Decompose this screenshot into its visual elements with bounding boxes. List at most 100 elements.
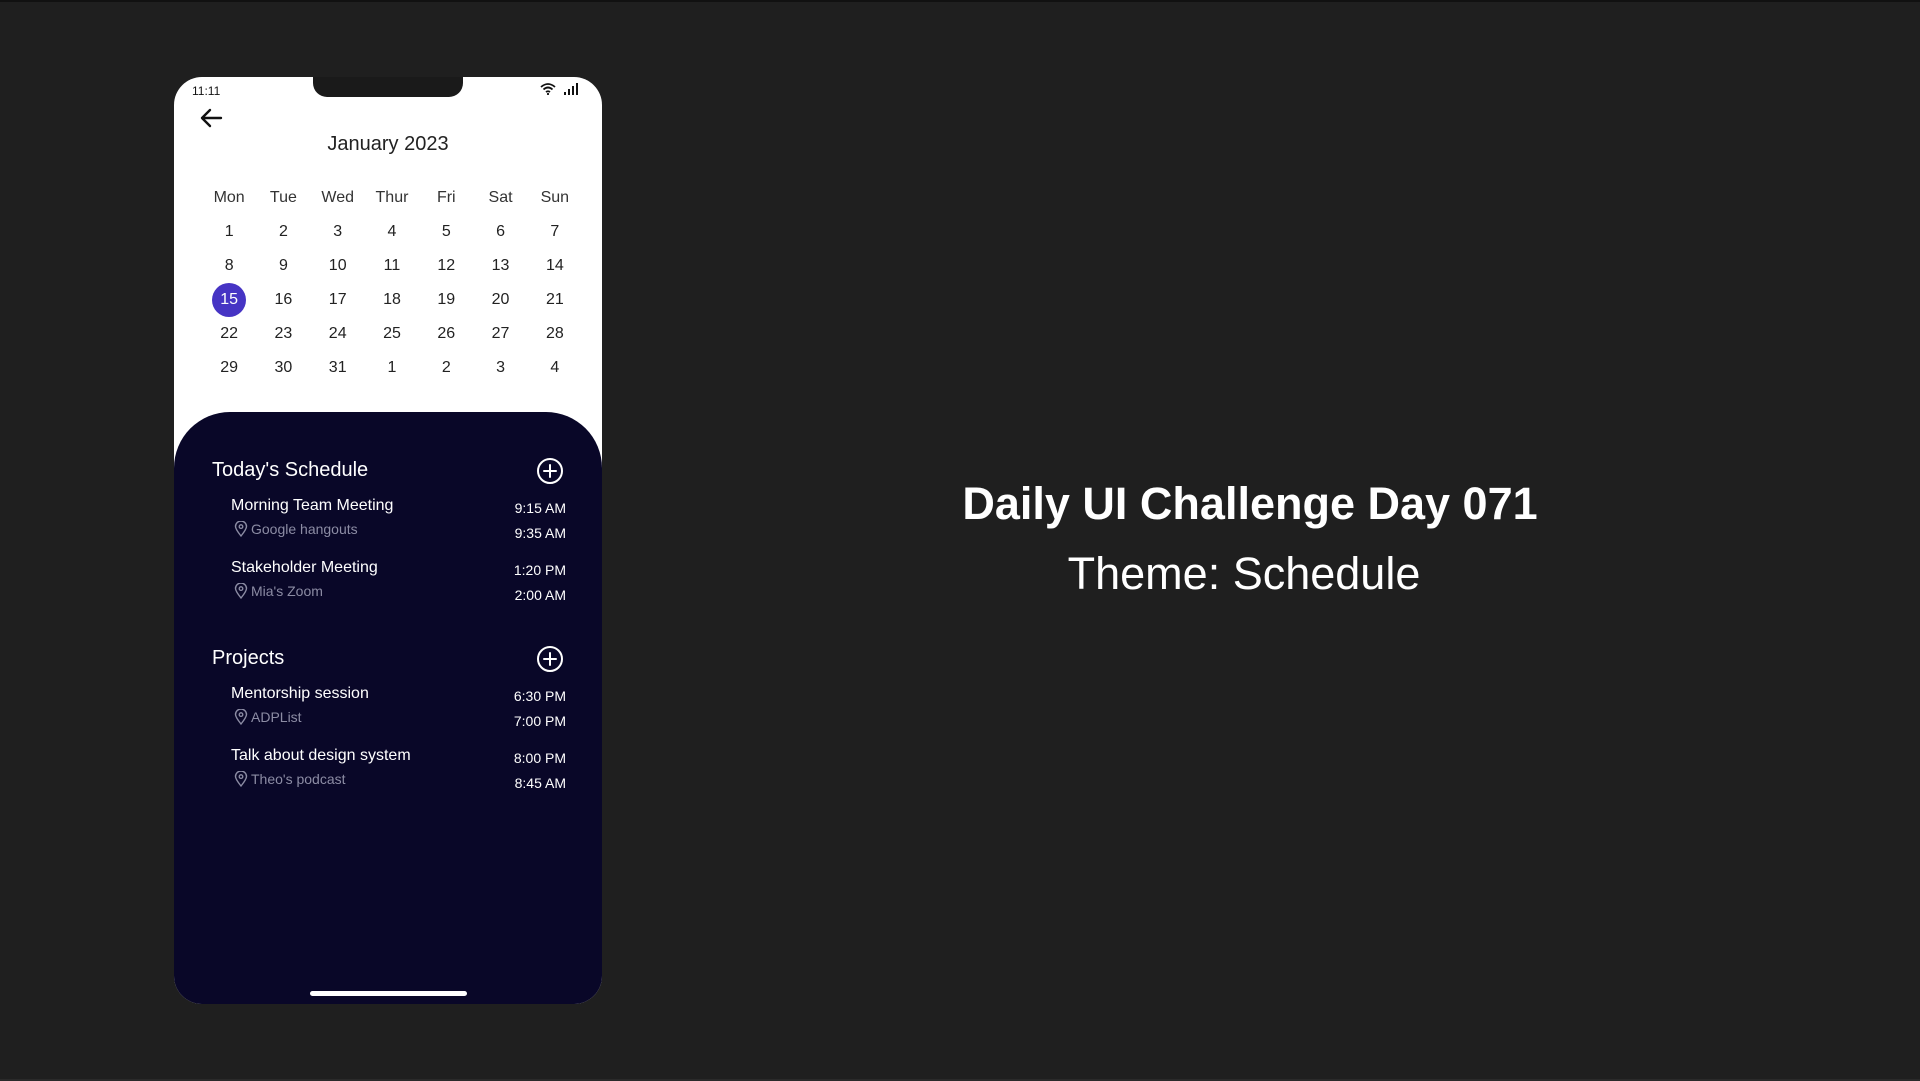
- event-start-time: 8:00 PM: [513, 750, 566, 766]
- calendar-day-label: 22: [220, 325, 239, 342]
- calendar-day[interactable]: 24: [311, 317, 365, 351]
- event-item[interactable]: Talk about design system Theo's podcast …: [231, 747, 566, 797]
- calendar-day-label: 15: [212, 283, 247, 317]
- todays-schedule-title: Today's Schedule: [212, 459, 369, 481]
- calendar-day[interactable]: 26: [419, 317, 473, 351]
- calendar-day[interactable]: 11: [365, 249, 419, 283]
- weekday-header: Sat: [488, 189, 513, 206]
- weekday-header: Fri: [436, 189, 456, 206]
- schedule-panel: Today's Schedule Morning Team Meeting Go…: [174, 412, 602, 1004]
- event-item[interactable]: Mentorship session ADPList 6:30 PM 7:00 …: [231, 685, 566, 735]
- event-end-time: 8:45 AM: [514, 775, 566, 791]
- add-schedule-button[interactable]: [536, 457, 564, 485]
- calendar-day-label: 20: [491, 291, 510, 308]
- calendar-day[interactable]: 25: [365, 317, 419, 351]
- calendar-day[interactable]: 10: [311, 249, 365, 283]
- month-title: January 2023: [327, 133, 449, 155]
- weekday-header: Wed: [321, 189, 354, 206]
- calendar-day[interactable]: 1: [202, 215, 256, 249]
- phone-screen: 11:11 January 2023 Mon Tue Wed Thur Fri Sat Su…: [174, 77, 602, 1004]
- status-time: 11:11: [192, 84, 221, 98]
- calendar-day[interactable]: 20: [473, 283, 527, 317]
- calendar-day-label: 25: [383, 325, 401, 342]
- event-location: Mia's Zoom: [234, 583, 323, 599]
- calendar-day-label: 18: [383, 291, 401, 308]
- calendar-day-label: 2: [441, 359, 451, 376]
- calendar-day[interactable]: 22: [202, 317, 256, 351]
- event-title: Mentorship session: [231, 685, 369, 702]
- event-title: Talk about design system: [231, 747, 411, 764]
- calendar-day[interactable]: 21: [528, 283, 582, 317]
- map-pin-icon: [234, 709, 248, 725]
- calendar-day-label: 31: [328, 359, 347, 376]
- signal-icon: [564, 83, 578, 95]
- event-item[interactable]: Morning Team Meeting Google hangouts 9:1…: [231, 497, 566, 547]
- weekday-header: Mon: [213, 189, 245, 206]
- calendar-day[interactable]: 12: [419, 249, 473, 283]
- add-project-button[interactable]: [536, 645, 564, 673]
- event-end-time: 9:35 AM: [514, 525, 566, 541]
- calendar-day[interactable]: 9: [256, 249, 310, 283]
- wifi-icon: [540, 83, 556, 95]
- home-indicator[interactable]: [310, 991, 467, 996]
- calendar-day[interactable]: 30: [256, 351, 310, 385]
- calendar-day-label: 23: [274, 325, 293, 342]
- calendar-day-label: 4: [550, 359, 560, 376]
- map-pin-icon: [234, 771, 248, 787]
- calendar-day[interactable]: 2: [419, 351, 473, 385]
- calendar-day[interactable]: 4: [528, 351, 582, 385]
- page-title: Daily UI Challenge Day 071: [962, 478, 1538, 529]
- calendar-day-label: 10: [328, 257, 347, 274]
- calendar-day[interactable]: 13: [473, 249, 527, 283]
- calendar-day[interactable]: 28: [528, 317, 582, 351]
- calendar-day-label: 8: [224, 257, 234, 274]
- calendar-day[interactable]: 5: [419, 215, 473, 249]
- calendar-day[interactable]: 23: [256, 317, 310, 351]
- calendar-day[interactable]: 3: [473, 351, 527, 385]
- calendar-day[interactable]: 27: [473, 317, 527, 351]
- map-pin-icon: [234, 521, 248, 537]
- calendar-day[interactable]: 29: [202, 351, 256, 385]
- event-item[interactable]: Stakeholder Meeting Mia's Zoom 1:20 PM 2…: [231, 559, 566, 609]
- calendar-day[interactable]: 18: [365, 283, 419, 317]
- event-location: ADPList: [234, 709, 302, 725]
- calendar-day[interactable]: 4: [365, 215, 419, 249]
- calendar-day[interactable]: 6: [473, 215, 527, 249]
- calendar-day[interactable]: 7: [528, 215, 582, 249]
- calendar-day[interactable]: 17: [311, 283, 365, 317]
- event-location-label: Google hangouts: [251, 521, 358, 537]
- calendar-day-selected[interactable]: 15: [202, 283, 256, 317]
- calendar-day-label: 2: [278, 223, 288, 240]
- calendar-day-label: 6: [496, 223, 506, 240]
- event-location: Google hangouts: [234, 521, 358, 537]
- calendar-day[interactable]: 14: [528, 249, 582, 283]
- event-location-label: Theo's podcast: [251, 771, 346, 787]
- weekday-header: Tue: [269, 189, 297, 206]
- calendar-day-label: 1: [224, 223, 234, 240]
- status-icons: [540, 83, 580, 95]
- calendar-day[interactable]: 8: [202, 249, 256, 283]
- calendar-day-label: 26: [437, 325, 456, 342]
- event-end-time: 7:00 PM: [513, 713, 566, 729]
- calendar-day[interactable]: 16: [256, 283, 310, 317]
- calendar-day-label: 14: [545, 257, 564, 274]
- calendar-day-label: 3: [333, 223, 343, 240]
- calendar-day-label: 27: [491, 325, 510, 342]
- map-pin-icon: [234, 583, 248, 599]
- projects-title: Projects: [212, 647, 285, 669]
- calendar-day-label: 7: [550, 223, 560, 240]
- arrow-left-icon[interactable]: [196, 103, 226, 133]
- calendar-day-label: 28: [545, 325, 564, 342]
- calendar-day[interactable]: 1: [365, 351, 419, 385]
- calendar-day[interactable]: 2: [256, 215, 310, 249]
- calendar-day[interactable]: 19: [419, 283, 473, 317]
- calendar-day-label: 1: [387, 359, 397, 376]
- top-border: [0, 0, 1920, 2]
- calendar-day[interactable]: 3: [311, 215, 365, 249]
- weekday-header: Sun: [540, 189, 570, 206]
- event-location: Theo's podcast: [234, 771, 346, 787]
- calendar-day-label: 19: [437, 291, 456, 308]
- calendar-day[interactable]: 31: [311, 351, 365, 385]
- event-start-time: 6:30 PM: [513, 688, 566, 704]
- event-location-label: ADPList: [251, 709, 302, 725]
